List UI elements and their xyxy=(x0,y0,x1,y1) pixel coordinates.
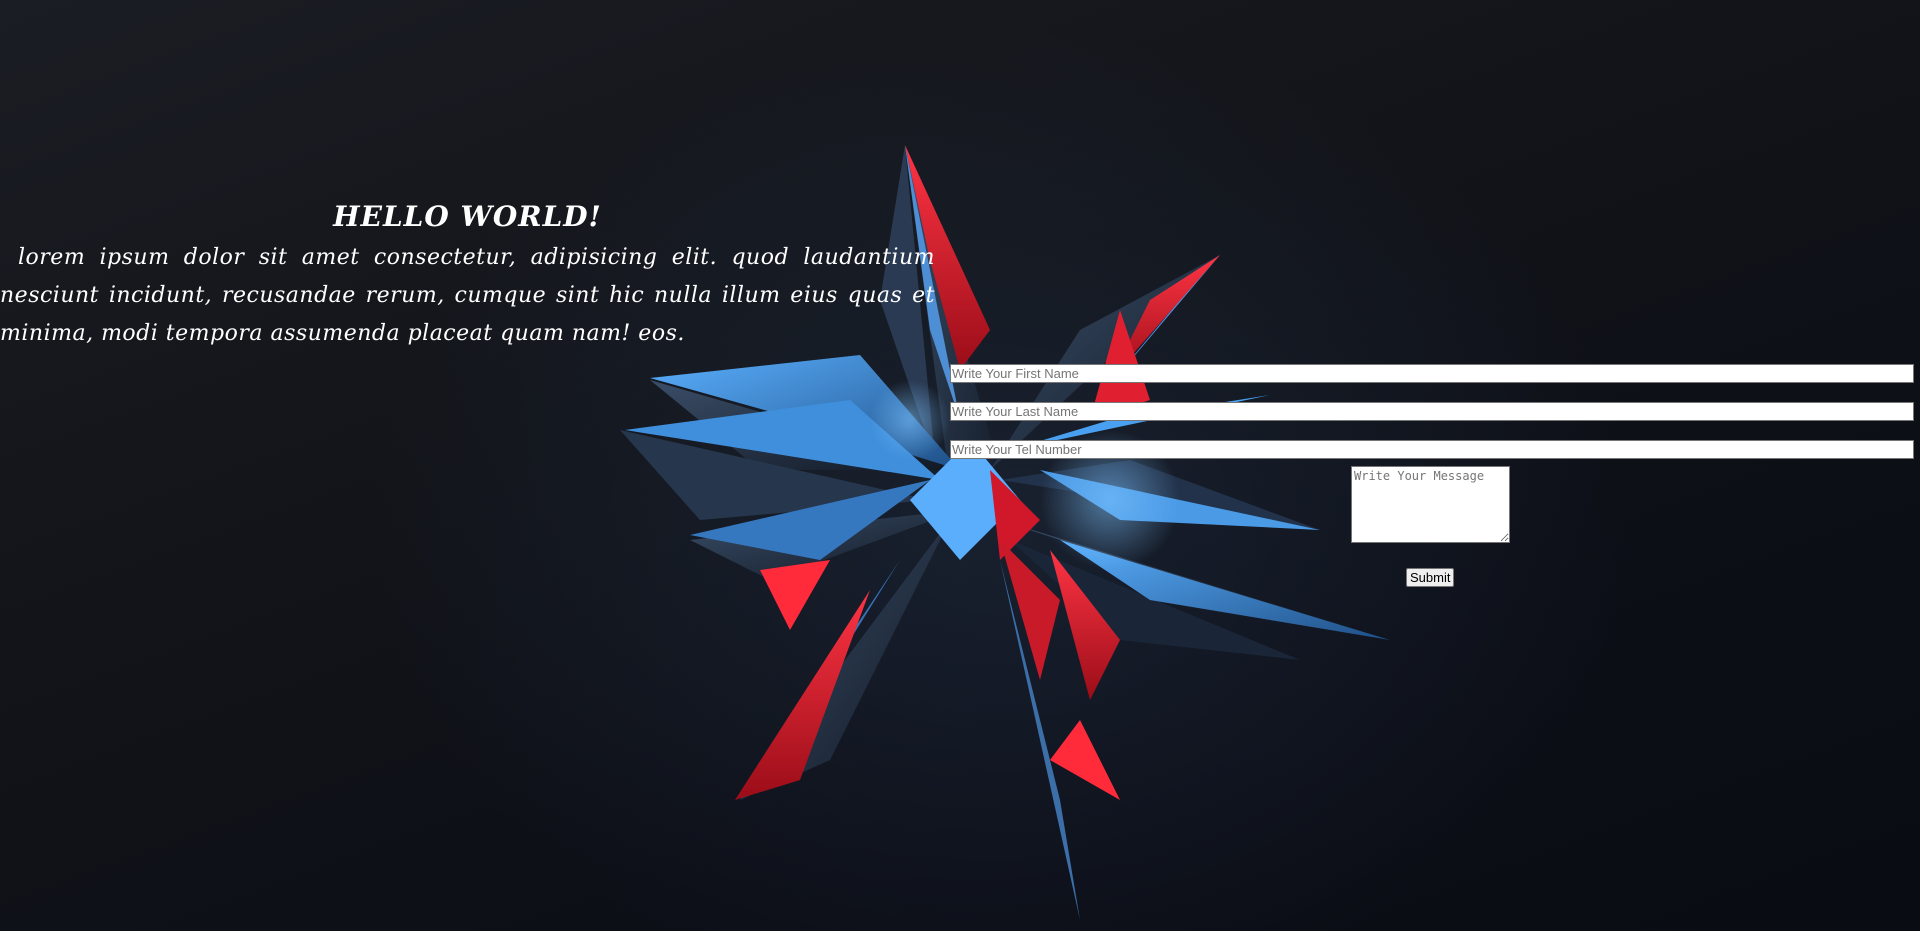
last-name-input[interactable] xyxy=(950,402,1914,421)
message-textarea[interactable] xyxy=(1351,466,1510,543)
first-name-input[interactable] xyxy=(950,364,1914,383)
contact-form: Submit xyxy=(950,364,1914,587)
page-title: HELLO WORLD! xyxy=(333,200,602,233)
intro-section: HELLO WORLD! lorem ipsum dolor sit amet … xyxy=(0,195,935,353)
tel-number-input[interactable] xyxy=(950,440,1914,459)
submit-button[interactable]: Submit xyxy=(1406,568,1455,587)
intro-paragraph: lorem ipsum dolor sit amet consectetur, … xyxy=(0,245,935,346)
